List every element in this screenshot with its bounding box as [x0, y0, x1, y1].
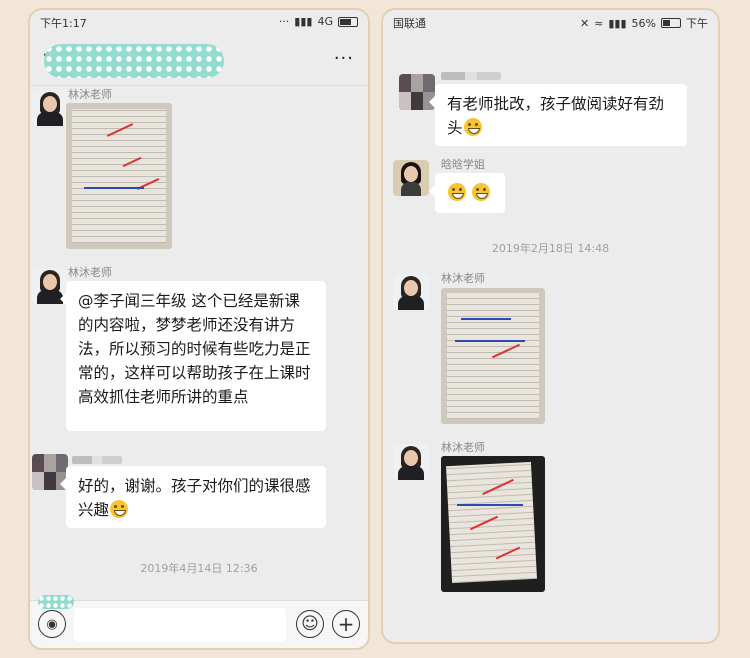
- voice-icon[interactable]: ◉: [38, 610, 66, 638]
- grin-emoji-icon: [110, 500, 129, 518]
- sender-name: 晗晗学姐: [441, 158, 485, 171]
- network-label: 4G: [317, 15, 333, 28]
- signal-icon: ▮▮▮: [608, 16, 627, 30]
- redaction-mark: [38, 595, 74, 609]
- wifi-icon: ≈: [594, 16, 604, 30]
- avatar[interactable]: [393, 444, 429, 480]
- message-bubble: 好的，谢谢。孩子对你们的课很感兴趣: [60, 466, 326, 528]
- battery-icon: [338, 16, 358, 27]
- status-icons: ··· ▮▮▮ 4G: [279, 15, 358, 28]
- status-time: 下午1:17: [40, 17, 87, 30]
- battery-percent: 56%: [631, 16, 656, 30]
- sender-name: 林沐老师: [68, 266, 112, 279]
- avatar[interactable]: [32, 90, 68, 126]
- chat-title-bar: ✓ ···: [30, 36, 368, 86]
- homework-photo[interactable]: [441, 288, 545, 424]
- blush-emoji-icon: [448, 183, 466, 201]
- chat-timestamp: 2019年2月18日 14:48: [491, 242, 610, 255]
- left-chat-screenshot: 下午1:17 ··· ▮▮▮ 4G ✓ ··· 林沐老师 林沐老师 @李子闻三年…: [28, 8, 370, 650]
- input-bar: ◉ ☺ +: [30, 595, 368, 648]
- chat-timestamp: 2019年4月14日 12:36: [140, 562, 258, 575]
- plus-icon[interactable]: +: [332, 610, 360, 638]
- status-bar: 国联通 ✕ ≈ ▮▮▮ 56% 下午: [383, 10, 718, 36]
- right-chat-screenshot: 国联通 ✕ ≈ ▮▮▮ 56% 下午 有老师批改，孩子做阅读好有劲头 晗晗学姐 …: [381, 8, 720, 644]
- message-bubble: 有老师批改，孩子做阅读好有劲头: [429, 84, 687, 146]
- message-bubble: @李子闻三年级 这个已经是新课的内容啦，梦梦老师还没有讲方法，所以预习的时候有些…: [60, 281, 326, 431]
- more-icon[interactable]: ···: [334, 48, 354, 69]
- wink-emoji-icon: [471, 183, 490, 201]
- avatar[interactable]: [393, 274, 429, 310]
- dots-icon: ···: [278, 15, 290, 28]
- carrier-label: 国联通: [393, 17, 426, 30]
- sender-name: 林沐老师: [441, 441, 485, 454]
- message-bubble: [429, 173, 505, 213]
- signal-icon: ▮▮▮: [294, 15, 313, 28]
- message-input[interactable]: [74, 608, 286, 642]
- sender-name: 林沐老师: [441, 272, 485, 285]
- battery-icon: [661, 18, 681, 28]
- homework-photo[interactable]: [66, 103, 172, 249]
- emoji-icon[interactable]: ☺: [296, 610, 324, 638]
- status-bar: 下午1:17 ··· ▮▮▮ 4G: [30, 10, 368, 36]
- sender-name: 林沐老师: [68, 88, 112, 101]
- sender-name-redacted: [72, 456, 122, 464]
- mute-icon: ✕: [579, 16, 590, 30]
- status-time: 下午: [686, 17, 708, 30]
- grin-emoji-icon: [463, 118, 482, 136]
- status-icons: ✕ ≈ ▮▮▮ 56% 下午: [580, 15, 708, 31]
- chat-title-redacted: [44, 44, 224, 78]
- homework-photo[interactable]: [441, 456, 545, 592]
- sender-name-redacted: [441, 72, 501, 80]
- avatar[interactable]: [393, 160, 429, 196]
